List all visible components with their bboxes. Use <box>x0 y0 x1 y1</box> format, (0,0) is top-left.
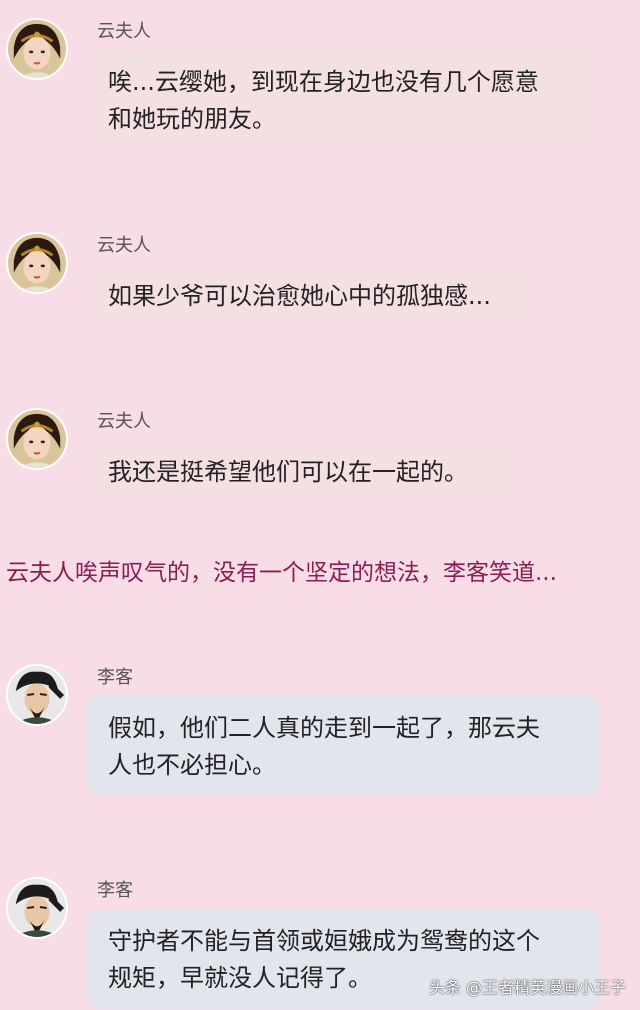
lady-yun-avatar-icon[interactable] <box>6 232 68 294</box>
lady-yun-avatar-icon[interactable] <box>6 18 68 80</box>
speaker-name: 云夫人 <box>97 21 151 42</box>
watermark-text: 头条 @王者精英漫画小王子 <box>428 978 626 997</box>
message-line: 守护者不能与首领或姮娥成为鸳鸯的这个 <box>108 927 540 955</box>
message-line: 和她玩的朋友。 <box>108 105 276 133</box>
speaker-name: 李客 <box>97 880 133 901</box>
speaker-name: 云夫人 <box>97 411 151 432</box>
chat-bubble: 如果少爷可以治愈她心中的孤独感... <box>88 264 538 327</box>
message-line: 我还是挺希望他们可以在一起的。 <box>108 458 468 486</box>
narration-text: 云夫人唉声叹气的，没有一个坚定的想法，李客笑道... <box>6 560 557 586</box>
message-line: 假如，他们二人真的走到一起了，那云夫 <box>108 714 540 742</box>
lady-yun-avatar-icon[interactable] <box>6 408 68 470</box>
message-line: 如果少爷可以治愈她心中的孤独感... <box>108 282 491 310</box>
li-ke-avatar-icon[interactable] <box>6 664 68 726</box>
message-line: 人也不必担心。 <box>108 751 276 779</box>
message-line: 唉...云缨她，到现在身边也没有几个愿意 <box>108 68 539 96</box>
chat-bubble: 唉...云缨她，到现在身边也没有几个愿意 和她玩的朋友。 <box>88 50 600 150</box>
speaker-name: 云夫人 <box>97 235 151 256</box>
li-ke-avatar-icon[interactable] <box>6 877 68 939</box>
chat-bubble: 我还是挺希望他们可以在一起的。 <box>88 440 520 503</box>
chat-bubble: 假如，他们二人真的走到一起了，那云夫 人也不必担心。 <box>88 696 600 796</box>
speaker-name: 李客 <box>97 667 133 688</box>
